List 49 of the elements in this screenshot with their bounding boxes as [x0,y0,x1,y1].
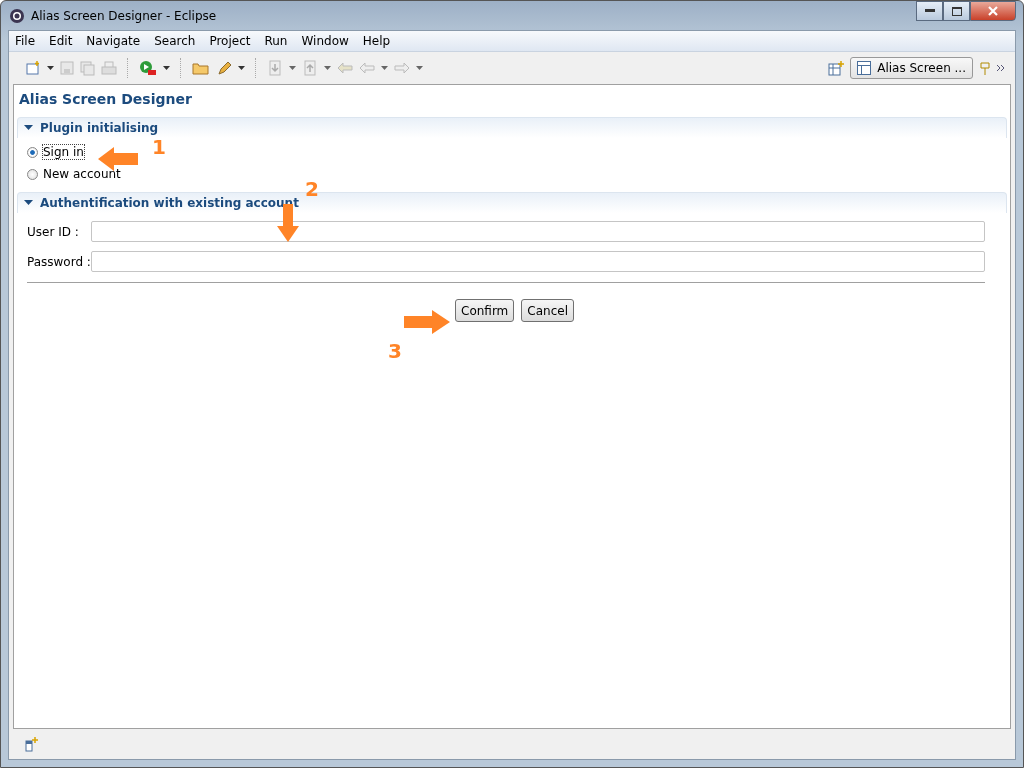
maximize-button[interactable] [943,1,970,21]
folder-icon[interactable] [192,61,210,75]
annotation-arrow-icon [404,310,450,334]
caret-icon[interactable] [24,200,33,206]
annotation-arrow-icon [98,147,138,171]
dialog-button[interactable]: Cancel [521,299,574,322]
caret-icon[interactable] [24,125,33,131]
dropdown-caret-icon[interactable] [47,66,54,70]
perspective-button[interactable]: Alias Screen ... [850,57,973,79]
input-field[interactable] [91,221,985,242]
menu-item[interactable]: Run [264,34,288,48]
section-header[interactable]: Plugin initialising [17,117,1007,138]
run-icon[interactable] [139,60,157,76]
field-label: User ID : [27,224,80,239]
dropdown-caret-icon[interactable] [163,66,170,70]
maximize-icon [951,6,962,16]
dropdown-caret-icon[interactable] [381,66,388,70]
menu-item[interactable]: File [15,34,36,48]
minimize-icon [924,9,935,13]
menu-item[interactable]: Project [209,34,251,48]
dropdown-caret-icon[interactable] [238,66,245,70]
menu-item[interactable]: Window [301,34,349,48]
dropdown-caret-icon[interactable] [289,66,296,70]
radio-label[interactable]: Sign in [42,144,85,160]
field-label: Password : [27,254,91,269]
annotation-number: 1 [152,135,166,159]
menu-item[interactable]: Help [362,34,391,48]
input-field[interactable] [91,251,985,272]
close-button[interactable] [970,1,1016,21]
radio-button[interactable] [27,146,38,158]
open-perspective-icon[interactable] [828,60,845,76]
minimize-button[interactable] [916,1,943,21]
table-icon [857,61,872,75]
eclipse-icon [9,7,25,24]
radio-button[interactable] [27,168,38,180]
fast-view-icon[interactable] [23,736,39,752]
dropdown-caret-icon[interactable] [416,66,423,70]
menu-item[interactable]: Search [154,34,196,48]
radio-label[interactable]: New account [42,166,122,182]
close-icon [988,6,998,16]
annotation-number: 3 [388,339,402,363]
dropdown-caret-icon[interactable] [324,66,331,70]
menu-item[interactable]: Navigate [86,34,141,48]
menu-item[interactable]: Edit [49,34,73,48]
pen-icon[interactable] [216,60,232,76]
window-title: Alias Screen Designer - Eclipse [31,8,217,23]
form-title: Alias Screen Designer [18,90,193,109]
chevron-icon[interactable] [997,65,1005,71]
dialog-button[interactable]: Confirm [455,299,515,322]
